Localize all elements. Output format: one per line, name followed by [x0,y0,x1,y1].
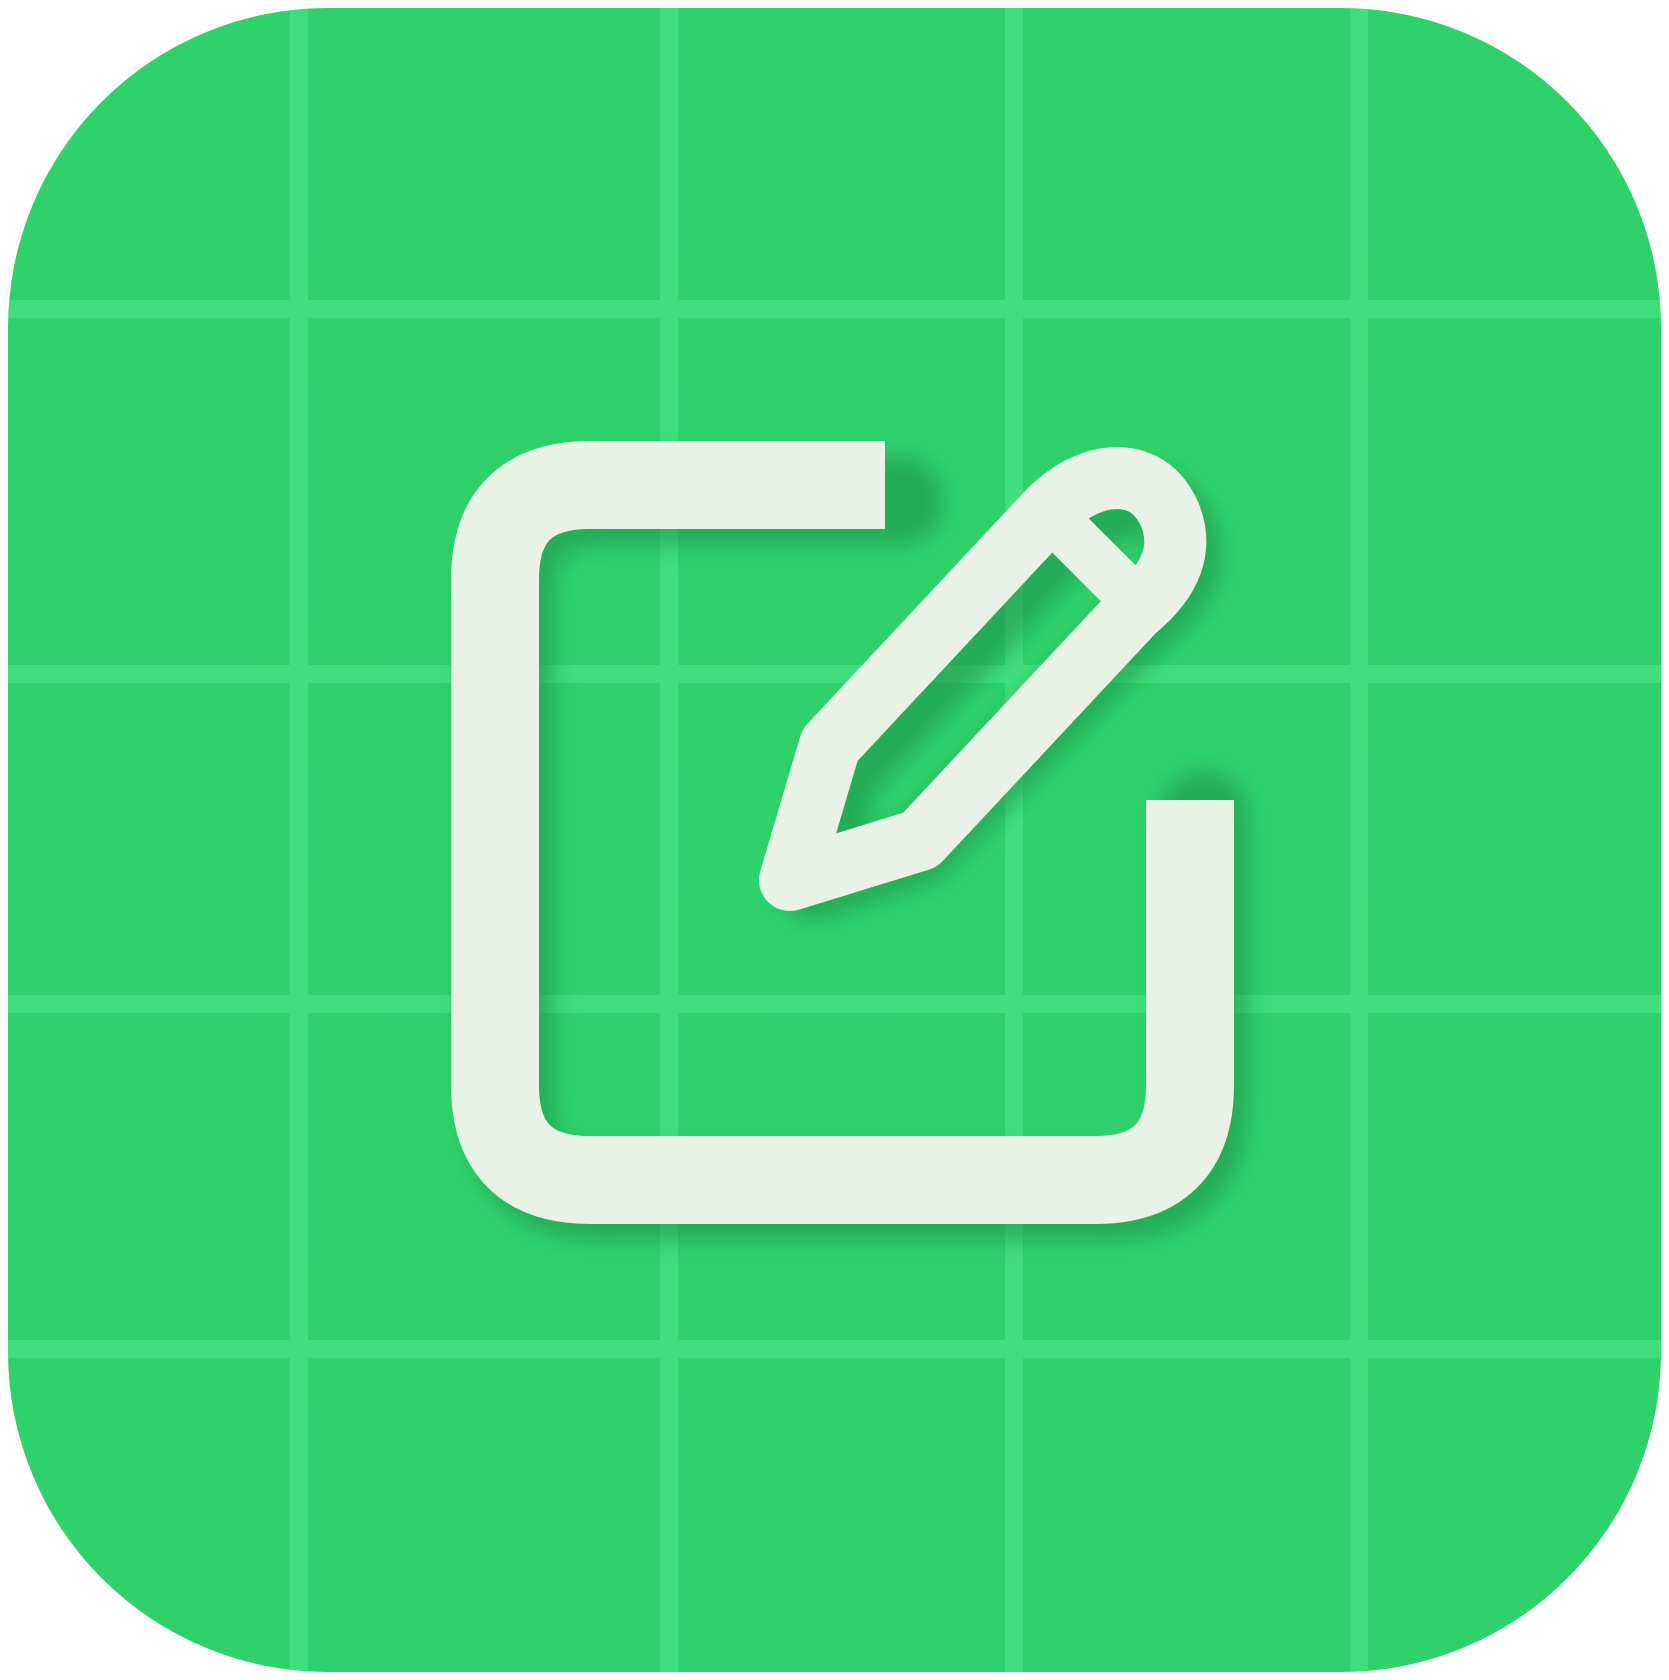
edit-note-icon [8,8,1661,1672]
app-icon[interactable] [0,0,1669,1680]
